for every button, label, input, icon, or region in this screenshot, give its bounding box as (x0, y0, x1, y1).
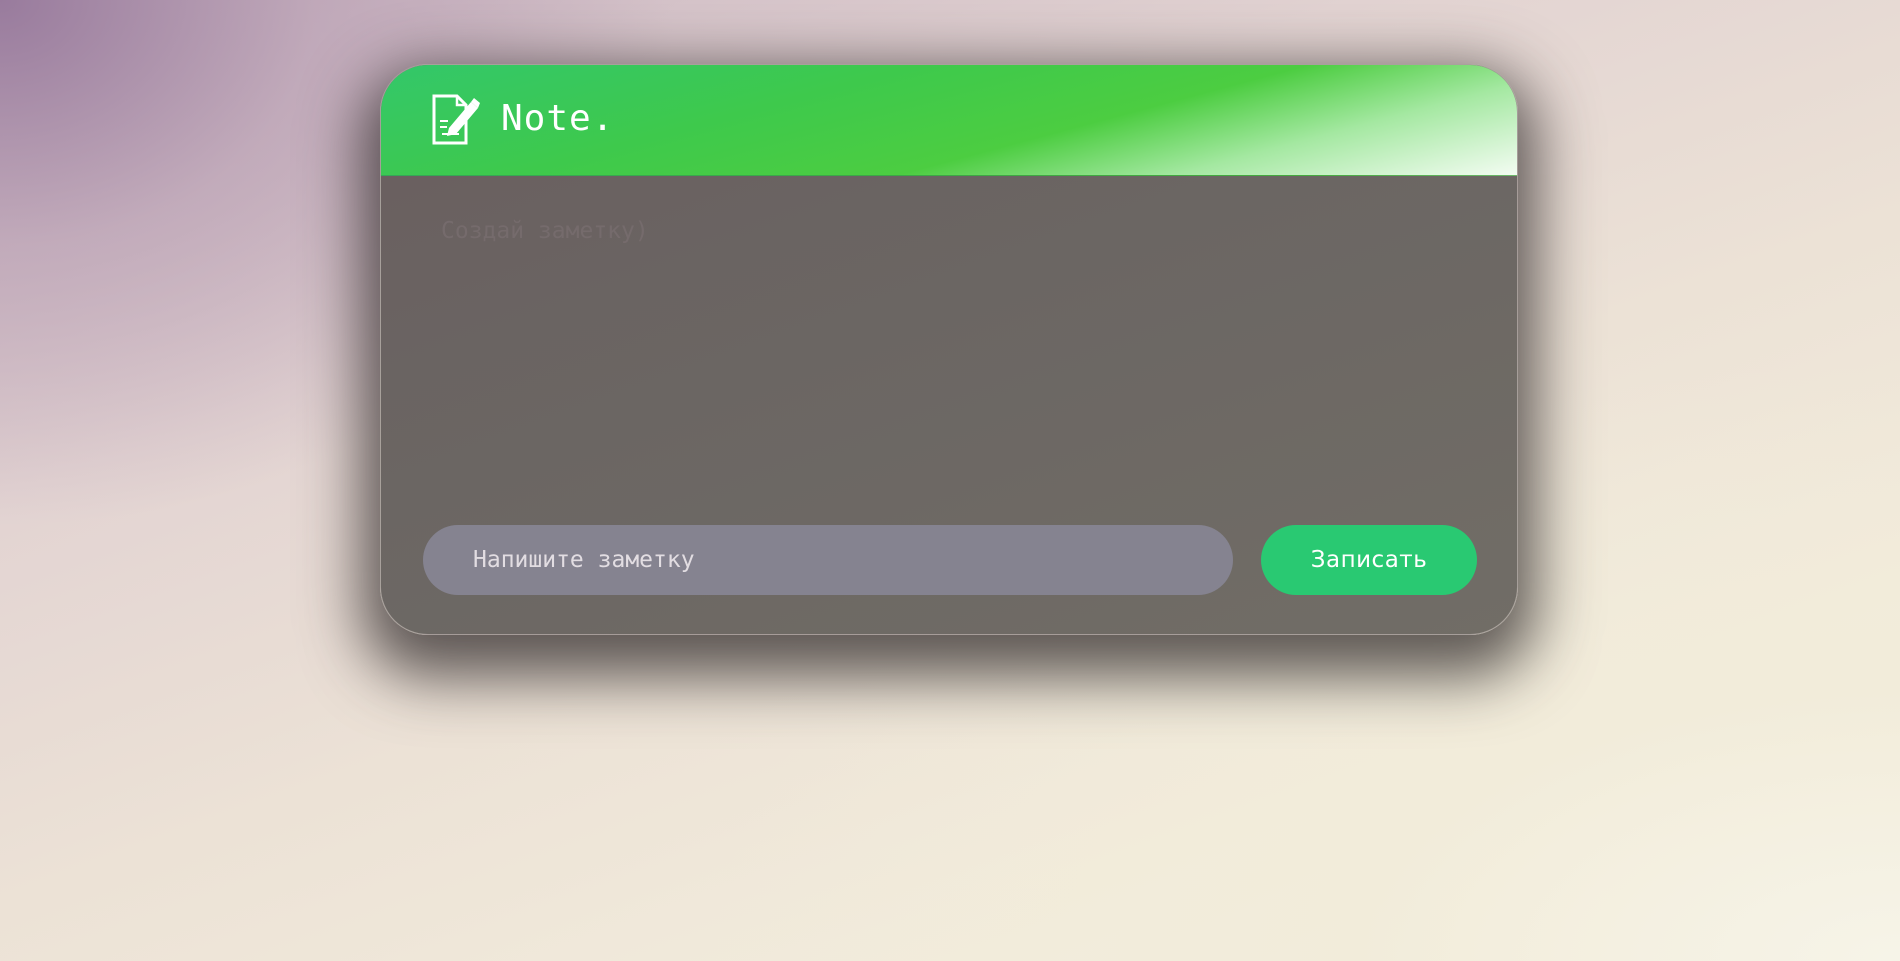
submit-note-button[interactable]: Записать (1261, 525, 1477, 595)
app-header: Note. (381, 65, 1517, 176)
note-input[interactable]: Напишите заметку (423, 525, 1233, 595)
app-title: Note. (501, 98, 615, 139)
notes-list: Создай заметку) (441, 215, 1457, 515)
empty-notes-placeholder: Создай заметку) (441, 218, 649, 244)
submit-note-label: Записать (1310, 547, 1428, 573)
note-card: Note. Создай заметку) Напишите заметку З… (380, 64, 1518, 635)
note-edit-icon (431, 94, 481, 146)
note-input-placeholder: Напишите заметку (473, 547, 695, 573)
